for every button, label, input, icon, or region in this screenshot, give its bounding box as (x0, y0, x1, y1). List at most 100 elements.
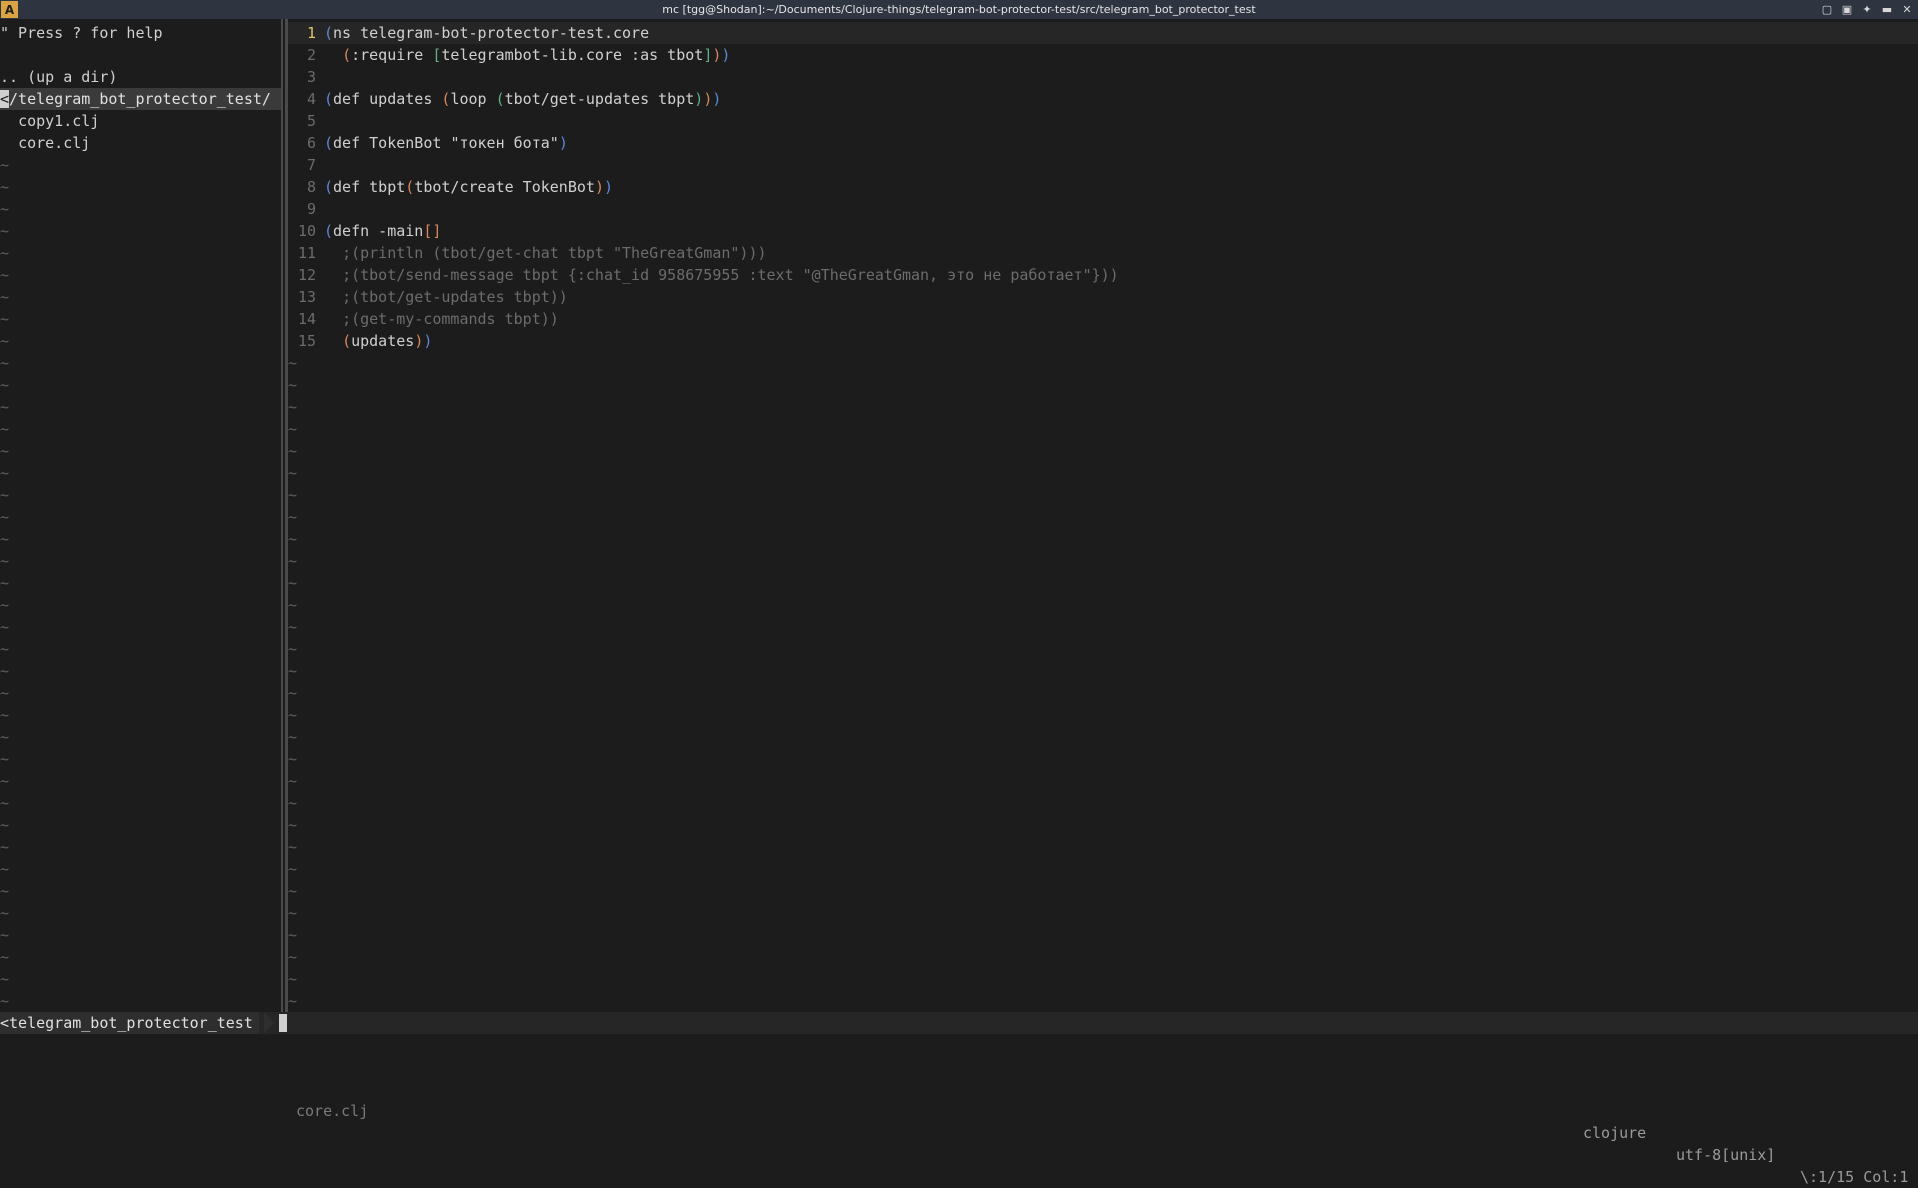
empty-line-marker: ~ (288, 376, 298, 394)
code-line-7[interactable]: 7 (288, 154, 1918, 176)
empty-line-marker: ~ (288, 662, 298, 680)
empty-line-marker: ~ (288, 508, 298, 526)
empty-line-marker: ~ (0, 178, 10, 196)
code-line-10[interactable]: 10 (defn -main[] (288, 220, 1918, 242)
empty-line-marker: ~ (0, 156, 10, 174)
empty-line-marker: ~ (0, 706, 10, 724)
empty-line-marker: ~ (0, 332, 10, 350)
empty-line-marker: ~ (0, 926, 10, 944)
tree-empty-lines: ~ ~ ~ ~ ~ ~ ~ ~ ~ ~ ~ ~ ~ ~ ~ ~ ~ ~ ~ ~ ~ ~ ~ ~ ~ ~ ~ ~ ~ ~ ~ ~ ~ ~ ~ ~ ~ ~ ~ (0, 154, 281, 1012)
code-line-14[interactable]: 14 ;(get-my-commands tbpt)) (288, 308, 1918, 330)
empty-line-marker: ~ (288, 574, 298, 592)
empty-line-marker: ~ (0, 728, 10, 746)
code-line-13[interactable]: 13 ;(tbot/get-updates tbpt)) (288, 286, 1918, 308)
empty-line-marker: ~ (288, 860, 298, 878)
tree-help: " Press ? for help (0, 24, 163, 42)
empty-line-marker: ~ (288, 926, 298, 944)
code-text: :require (351, 46, 433, 64)
code-comment: ;(get-my-commands tbpt)) (342, 310, 559, 328)
empty-line-marker: ~ (0, 288, 10, 306)
code-comment: ;(tbot/send-message tbpt {:chat_id 95867… (342, 266, 1119, 284)
empty-line-marker: ~ (0, 618, 10, 636)
empty-line-marker: ~ (288, 838, 298, 856)
code-editor[interactable]: 1 (ns telegram-bot-protector-test.core 2 … (288, 22, 1918, 1012)
cursor: < (0, 90, 10, 108)
code-text: loop (450, 90, 496, 108)
tree-current-dir[interactable]: </telegram_bot_protector_test/ (0, 88, 281, 110)
code-string: "токен бота" (450, 134, 559, 152)
code-line-4[interactable]: 4 (def updates (loop (tbot/get-updates tb… (288, 88, 1918, 110)
empty-line-marker: ~ (288, 772, 298, 790)
code-line-6[interactable]: 6 (def TokenBot "токен бота") (288, 132, 1918, 154)
close-icon[interactable]: ✕ (1900, 2, 1914, 16)
code-text: defn -main (333, 222, 424, 240)
line-number: 8 (306, 178, 316, 196)
maximize-icon[interactable]: ▣ (1840, 2, 1854, 16)
code-text: def updates (333, 90, 442, 108)
empty-line-marker: ~ (288, 706, 298, 724)
pin-icon[interactable]: ✦ (1860, 2, 1874, 16)
code-text: tbot/create TokenBot (414, 178, 595, 196)
code-line-5[interactable]: 5 (288, 110, 1918, 132)
tree-file-core[interactable]: core.clj (0, 132, 281, 154)
empty-line-marker: ~ (288, 882, 298, 900)
empty-line-marker: ~ (288, 904, 298, 922)
line-number: 9 (306, 200, 316, 218)
line-number: 10 (297, 222, 316, 240)
empty-line-marker: ~ (288, 618, 298, 636)
code-line-12[interactable]: 12 ;(tbot/send-message tbpt {:chat_id 95… (288, 264, 1918, 286)
status-cursor (279, 1014, 287, 1032)
tree-file-copy1[interactable]: copy1.clj (0, 110, 281, 132)
code-line-11[interactable]: 11 ;(println (tbot/get-chat tbpt "TheGre… (288, 242, 1918, 264)
window-controls: ▢ ▣ ✦ ▬ ✕ (1820, 2, 1914, 16)
empty-line-marker: ~ (0, 750, 10, 768)
shade-icon[interactable]: ▬ (1880, 2, 1894, 16)
command-line[interactable] (0, 1034, 1918, 1058)
code-line-1[interactable]: 1 (ns telegram-bot-protector-test.core (288, 22, 1918, 44)
empty-line-marker: ~ (0, 244, 10, 262)
empty-line-marker: ~ (0, 860, 10, 878)
code-line-9[interactable]: 9 (288, 198, 1918, 220)
tree-current-dir-label: /telegram_bot_protector_test/ (9, 90, 271, 108)
empty-line-marker: ~ (0, 442, 10, 460)
empty-line-marker: ~ (288, 684, 298, 702)
app-icon[interactable]: A (1, 1, 18, 18)
empty-line-marker: ~ (288, 750, 298, 768)
tree-blank (0, 44, 281, 66)
empty-line-marker: ~ (0, 222, 10, 240)
status-tree-path: <telegram_bot_protector_test (0, 1012, 259, 1034)
code-line-3[interactable]: 3 (288, 66, 1918, 88)
empty-line-marker: ~ (0, 266, 10, 284)
line-number: 12 (297, 266, 316, 284)
empty-line-marker: ~ (0, 684, 10, 702)
empty-line-marker: ~ (288, 728, 298, 746)
vertical-split[interactable] (281, 19, 288, 1012)
tree-file-label: core.clj (18, 134, 91, 152)
empty-line-marker: ~ (0, 354, 10, 372)
status-bar: <telegram_bot_protector_test core.clj cl… (0, 1012, 1918, 1186)
empty-line-marker: ~ (288, 552, 298, 570)
code-line-8[interactable]: 8 (def tbpt(tbot/create TokenBot)) (288, 176, 1918, 198)
line-number: 3 (306, 68, 316, 86)
tree-up-dir[interactable]: .. (up a dir) (0, 66, 281, 88)
line-number: 15 (297, 332, 316, 350)
file-tree-pane[interactable]: " Press ? for help .. (up a dir) </teleg… (0, 22, 281, 1012)
restore-icon[interactable]: ▢ (1820, 2, 1834, 16)
empty-line-marker: ~ (0, 420, 10, 438)
code-text: def tbpt (333, 178, 406, 196)
empty-line-marker: ~ (0, 508, 10, 526)
code-line-2[interactable]: 2 (:require [telegrambot-lib.core :as tb… (288, 44, 1918, 66)
window-title: mc [tgg@Shodan]:~/Documents/Clojure-thin… (662, 3, 1256, 16)
empty-line-marker: ~ (0, 838, 10, 856)
empty-line-marker: ~ (288, 398, 298, 416)
code-comment: ;(println (tbot/get-chat tbpt "TheGreatG… (342, 244, 767, 262)
empty-line-marker: ~ (288, 596, 298, 614)
empty-line-marker: ~ (288, 816, 298, 834)
code-text: updates (351, 332, 415, 350)
editor-empty-lines: ~ ~ ~ ~ ~ ~ ~ ~ ~ ~ ~ ~ ~ ~ ~ ~ ~ ~ ~ ~ ~ ~ ~ ~ ~ ~ ~ ~ ~ ~ (288, 352, 1918, 1012)
code-text: def TokenBot (333, 134, 451, 152)
window-titlebar: A mc [tgg@Shodan]:~/Documents/Clojure-th… (0, 0, 1918, 19)
code-line-15[interactable]: 15 (updates)) (288, 330, 1918, 352)
empty-line-marker: ~ (0, 376, 10, 394)
empty-line-marker: ~ (0, 310, 10, 328)
